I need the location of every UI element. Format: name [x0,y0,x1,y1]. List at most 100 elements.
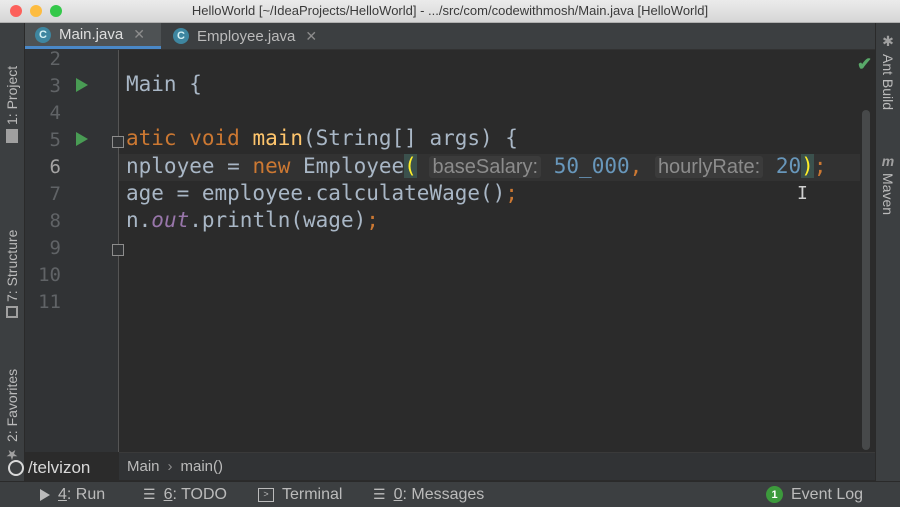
tab-main-java-label: Main.java [59,26,124,43]
run-method-icon[interactable] [76,132,88,146]
code-keyword: new [252,154,291,178]
code-semicolon: ; [366,208,379,232]
window-title: HelloWorld [~/IdeaProjects/HelloWorld] -… [191,3,709,18]
messages-label: 0: Messages [394,486,485,504]
window-title-bar: HelloWorld [~/IdeaProjects/HelloWorld] -… [0,0,900,23]
line-number: 4 [49,102,61,124]
tool-tab-favorites[interactable]: ★ 2: Favorites [0,348,24,463]
line-number: 3 [49,75,61,97]
line-number: 9 [49,237,61,259]
tool-button-event-log[interactable]: 1 Event Log [766,482,863,507]
logo-icon [8,460,24,476]
parameter-hint: hourlyRate: [654,156,764,178]
breadcrumb-class[interactable]: Main [127,458,160,475]
tab-employee-java[interactable]: C Employee.java ✕ [163,23,327,49]
folder-icon [6,129,18,143]
matched-paren: ( [404,154,417,178]
structure-icon [6,306,18,318]
left-tool-strip: 1: Project 7: Structure ★ 2: Favorites [0,23,25,481]
java-class-icon: C [35,26,51,43]
tool-button-run[interactable]: 4: Run [40,482,105,507]
tool-tab-ant-label: Ant Build [880,54,896,111]
maven-icon: m [881,153,895,169]
code-line-3[interactable]: Main { [126,72,202,96]
line-number: 8 [49,210,61,232]
close-tab-icon[interactable]: ✕ [305,28,317,45]
code-text: .println(wage) [189,208,367,232]
fold-marker-icon[interactable] [112,136,124,148]
window-controls [10,5,62,17]
code-line-7[interactable]: age = employee.calculateWage(); [126,181,518,205]
code-semicolon: ; [505,181,518,205]
code-line-8[interactable]: n.out.println(wage); [126,208,379,232]
messages-icon: ☰ [373,486,386,502]
tool-tab-project-label: 1: Project [4,65,20,125]
tool-tab-favorites-label: 2: Favorites [4,368,20,442]
tool-button-todo[interactable]: ☰ 6: TODO [143,482,227,507]
line-number: 10 [38,264,61,286]
watermark: /telvizon [8,458,90,478]
close-tab-icon[interactable]: ✕ [133,26,145,43]
messages-text: : Messages [402,485,485,503]
editor-tab-bar: C Main.java ✕ C Employee.java ✕ [25,23,875,50]
tool-tab-structure[interactable]: 7: Structure [0,208,24,318]
event-count-badge: 1 [766,486,783,503]
breadcrumb: Main › main() [119,452,875,480]
run-label: 4: Run [58,486,105,504]
tool-button-messages[interactable]: ☰ 0: Messages [373,482,484,507]
code-text: Employee [290,154,405,178]
event-log-label: Event Log [791,485,864,503]
tool-tab-project[interactable]: 1: Project [0,33,24,143]
tool-tab-maven-label: Maven [880,173,896,216]
tool-tab-ant-build[interactable]: ✱ Ant Build [876,33,900,148]
code-semicolon: ; [813,154,827,178]
line-number-current: 6 [49,156,61,178]
code-text: (String[] args) { [303,126,518,150]
list-icon: ☰ [143,486,156,502]
tool-button-terminal[interactable]: > Terminal [258,482,342,507]
watermark-text: /telvizon [28,458,91,477]
java-class-icon: C [173,28,189,44]
code-number: 50_000 [553,154,630,178]
todo-label: 6: TODO [164,486,227,504]
editor-scrollbar[interactable] [862,110,870,450]
code-text: n. [126,208,152,232]
code-static-field: out [151,208,190,232]
code-line-6[interactable]: nployee = new Employee( baseSalary: 50_0… [126,154,826,179]
breadcrumb-method[interactable]: main() [181,458,224,475]
ant-icon: ✱ [882,33,894,49]
close-window-button[interactable] [10,5,22,17]
line-number: 5 [49,129,61,151]
right-tool-strip: ✱ Ant Build m Maven [875,23,900,481]
breadcrumb-separator: › [167,458,173,475]
code-method-name: main [252,126,304,150]
text-cursor-icon: I [797,183,808,204]
tool-tab-structure-label: 7: Structure [4,229,20,302]
run-text: : Run [66,485,106,503]
code-text: age = employee.calculateWage() [126,181,506,205]
matched-paren: ) [801,154,814,178]
code-line-5[interactable]: atic void main(String[] args) { [126,126,518,150]
play-icon [40,488,50,501]
fold-marker-icon[interactable] [112,244,124,256]
terminal-icon: > [258,487,274,502]
code-text: Main { [126,72,202,96]
line-number: 11 [38,291,61,313]
code-keyword: atic void [126,126,253,150]
tool-tab-maven[interactable]: m Maven [876,153,900,243]
run-shortcut: 4 [58,485,67,503]
todo-text: : TODO [172,485,227,503]
line-number: 7 [49,183,61,205]
run-class-icon[interactable] [76,78,88,92]
maximize-window-button[interactable] [50,5,62,17]
line-number: 2 [49,48,61,70]
terminal-label: Terminal [282,485,343,503]
tab-main-java[interactable]: C Main.java ✕ [25,23,161,49]
bottom-tool-bar: 4: Run ☰ 6: TODO > Terminal ☰ 0: Message… [0,481,900,507]
parameter-hint: baseSalary: [429,156,542,178]
code-comma: , [629,154,643,178]
no-problems-check-icon[interactable]: ✔ [857,54,872,75]
minimize-window-button[interactable] [30,5,42,17]
code-text: nployee = [126,154,253,178]
tab-employee-java-label: Employee.java [197,27,296,45]
